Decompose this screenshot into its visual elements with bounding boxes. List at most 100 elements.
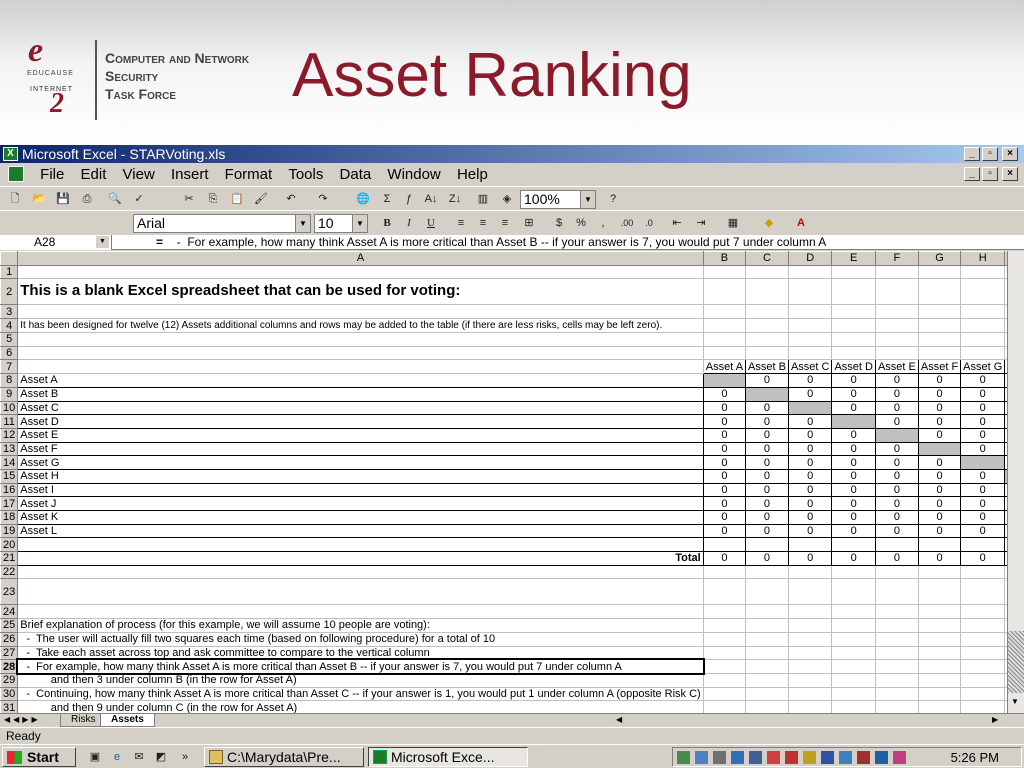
cell[interactable] xyxy=(787,645,833,661)
cell[interactable] xyxy=(702,318,747,334)
cell[interactable]: 0 xyxy=(745,523,789,539)
cell[interactable] xyxy=(874,537,919,553)
cell[interactable] xyxy=(702,578,747,606)
row-header[interactable]: 11 xyxy=(0,414,19,429)
cell[interactable] xyxy=(960,659,1006,674)
cell[interactable]: 0 xyxy=(745,468,789,484)
restore-button[interactable]: ▫ xyxy=(982,147,998,161)
cell[interactable]: 0 xyxy=(960,400,1006,416)
cell[interactable]: 0 xyxy=(702,455,747,470)
row-label[interactable]: Asset K xyxy=(17,510,704,525)
sort-descending-icon[interactable]: Z↓ xyxy=(446,190,464,208)
row-header[interactable]: 2 xyxy=(0,278,19,306)
cell[interactable] xyxy=(831,618,876,633)
autosum-icon[interactable]: Σ xyxy=(378,190,396,208)
cell[interactable]: 0 xyxy=(702,496,747,511)
cell[interactable]: 0 xyxy=(745,482,789,498)
cell[interactable] xyxy=(787,400,833,416)
cell[interactable] xyxy=(960,332,1006,347)
task-explorer[interactable]: C:\Marydata\Pre... xyxy=(204,747,364,767)
cell[interactable] xyxy=(702,631,747,647)
cell[interactable]: 0 xyxy=(787,468,833,484)
cell[interactable] xyxy=(917,345,962,361)
cell[interactable]: 0 xyxy=(874,441,919,457)
cell[interactable]: - For example, how many think Asset A is… xyxy=(15,657,706,676)
cell[interactable] xyxy=(787,578,833,606)
cell[interactable] xyxy=(831,659,876,674)
row-header[interactable]: 6 xyxy=(0,345,19,361)
cell[interactable] xyxy=(17,304,704,320)
cell[interactable] xyxy=(787,618,833,633)
cell[interactable] xyxy=(960,700,1006,713)
cell[interactable] xyxy=(787,318,833,334)
hyperlink-icon[interactable]: 🌐 xyxy=(354,190,372,208)
cell[interactable]: 0 xyxy=(831,551,876,566)
menu-view[interactable]: View xyxy=(117,163,161,186)
cell[interactable] xyxy=(702,332,747,347)
cell[interactable]: - Take each asset across top and ask com… xyxy=(17,645,704,661)
row-header[interactable]: 25 xyxy=(0,618,19,633)
cell[interactable]: 0 xyxy=(702,482,747,498)
borders-icon[interactable]: ▦ xyxy=(724,214,742,232)
cell[interactable]: 0 xyxy=(917,414,962,429)
cell[interactable] xyxy=(787,345,833,361)
cell[interactable]: 0 xyxy=(960,414,1006,429)
chevron-down-icon[interactable]: ▼ xyxy=(295,215,310,232)
cell[interactable] xyxy=(917,537,962,553)
column-label[interactable]: Asset F xyxy=(917,359,962,375)
cell[interactable] xyxy=(960,604,1006,620)
cell[interactable] xyxy=(787,686,833,702)
tray-icon-13[interactable] xyxy=(893,751,906,764)
cell[interactable]: 0 xyxy=(831,455,876,470)
cell[interactable] xyxy=(917,659,962,674)
cell[interactable]: and then 9 under column C (in the row fo… xyxy=(17,700,704,713)
zoom-select[interactable]: 100% ▼ xyxy=(520,190,596,209)
cell[interactable]: 0 xyxy=(960,523,1006,539)
cell[interactable]: 0 xyxy=(831,496,876,511)
cell[interactable] xyxy=(831,332,876,347)
cell[interactable] xyxy=(17,359,704,375)
font-size-select[interactable]: 10 ▼ xyxy=(314,214,368,233)
minimize-button[interactable]: _ xyxy=(964,147,980,161)
cell[interactable] xyxy=(960,564,1006,580)
cell[interactable] xyxy=(702,537,747,553)
cell[interactable] xyxy=(787,672,833,688)
cell[interactable]: 0 xyxy=(874,400,919,416)
cell[interactable]: 0 xyxy=(702,427,747,443)
cell[interactable] xyxy=(745,659,789,674)
bold-icon[interactable]: B xyxy=(378,214,396,232)
cell[interactable] xyxy=(917,318,962,334)
chevron-down-icon[interactable]: ▼ xyxy=(96,236,109,248)
cell[interactable] xyxy=(745,578,789,606)
cell[interactable] xyxy=(17,578,704,606)
cell[interactable] xyxy=(787,604,833,620)
chevron-down-icon[interactable]: ▼ xyxy=(580,191,595,208)
cell[interactable] xyxy=(745,645,789,661)
cell[interactable] xyxy=(917,278,962,306)
row-header[interactable]: 3 xyxy=(0,304,19,320)
copy-icon[interactable]: ⎘ xyxy=(204,190,222,208)
cell[interactable] xyxy=(917,264,962,280)
column-label[interactable]: Asset E xyxy=(874,359,919,375)
cell[interactable]: 0 xyxy=(745,414,789,429)
cell[interactable]: - The user will actually fill two square… xyxy=(17,631,704,647)
cell[interactable] xyxy=(917,564,962,580)
undo-icon[interactable]: ↶ xyxy=(282,190,300,208)
doc-close-button[interactable]: × xyxy=(1002,167,1018,181)
cell[interactable]: 0 xyxy=(787,386,833,402)
tray-icon-9[interactable] xyxy=(821,751,834,764)
cell[interactable] xyxy=(960,672,1006,688)
cell[interactable] xyxy=(831,645,876,661)
fill-color-icon[interactable]: ◆ xyxy=(760,214,778,232)
cell[interactable]: 0 xyxy=(787,523,833,539)
row-header[interactable]: 1 xyxy=(0,264,19,280)
column-header-g[interactable]: G xyxy=(917,251,962,266)
cell[interactable]: 0 xyxy=(787,414,833,429)
cell[interactable]: 0 xyxy=(745,455,789,470)
cell[interactable] xyxy=(745,386,789,402)
chevron-down-icon[interactable]: ▼ xyxy=(352,215,367,232)
cell[interactable] xyxy=(787,278,833,306)
menu-insert[interactable]: Insert xyxy=(165,163,215,186)
cell[interactable] xyxy=(831,564,876,580)
cell[interactable]: 0 xyxy=(787,441,833,457)
